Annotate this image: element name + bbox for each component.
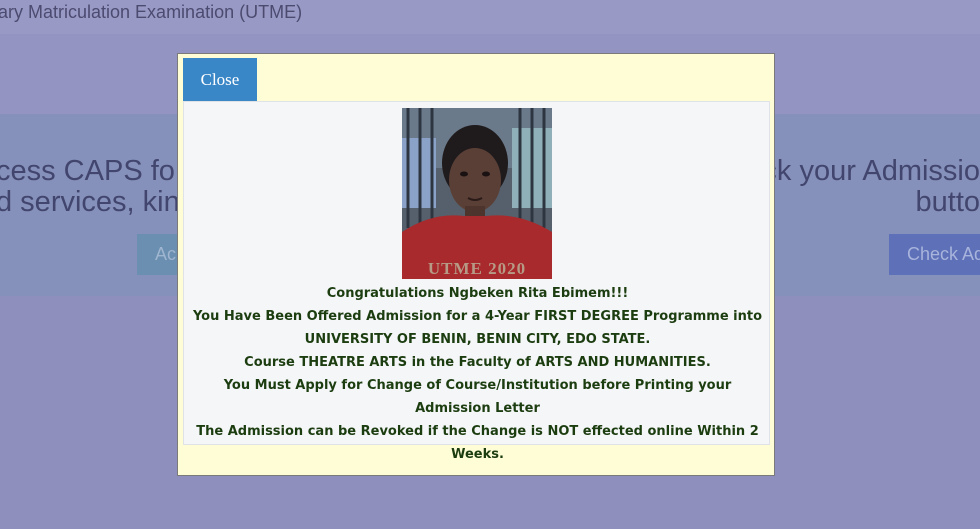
page-header: iary Matriculation Examination (UTME) [0,0,980,35]
candidate-photo: UTME 2020 [402,108,552,279]
photo-watermark: UTME 2020 [427,259,527,278]
caps-info-text: cess CAPS fo d services, kin [0,156,180,218]
close-button[interactable]: Close [183,58,257,101]
access-caps-button[interactable]: Ac [137,234,182,275]
institution-line: UNIVERSITY OF BENIN, BENIN CITY, EDO STA… [304,332,651,347]
congratulations-line: Congratulations Ngbeken Rita Ebimem!!! [326,286,629,301]
modal-content: UTME 2020 Congratulations Ngbeken Rita E… [183,101,770,462]
offer-line: You Have Been Offered Admission for a 4-… [192,309,763,324]
revocation-line: The Admission can be Revoked if the Chan… [196,424,759,462]
admission-message: Congratulations Ngbeken Rita Ebimem!!! Y… [184,282,771,466]
check-admission-button[interactable]: Check Ad [889,234,980,275]
admission-info-text: ck your Admissio butto [762,156,980,218]
admission-modal: Close UTME 2020 Congratulations Ngbeken … [177,53,775,476]
course-line: Course THEATRE ARTS in the Faculty of AR… [244,355,711,370]
candidate-photo-image [402,108,552,279]
page-header-title: iary Matriculation Examination (UTME) [0,2,303,22]
change-notice-line: You Must Apply for Change of Course/Inst… [223,378,732,416]
